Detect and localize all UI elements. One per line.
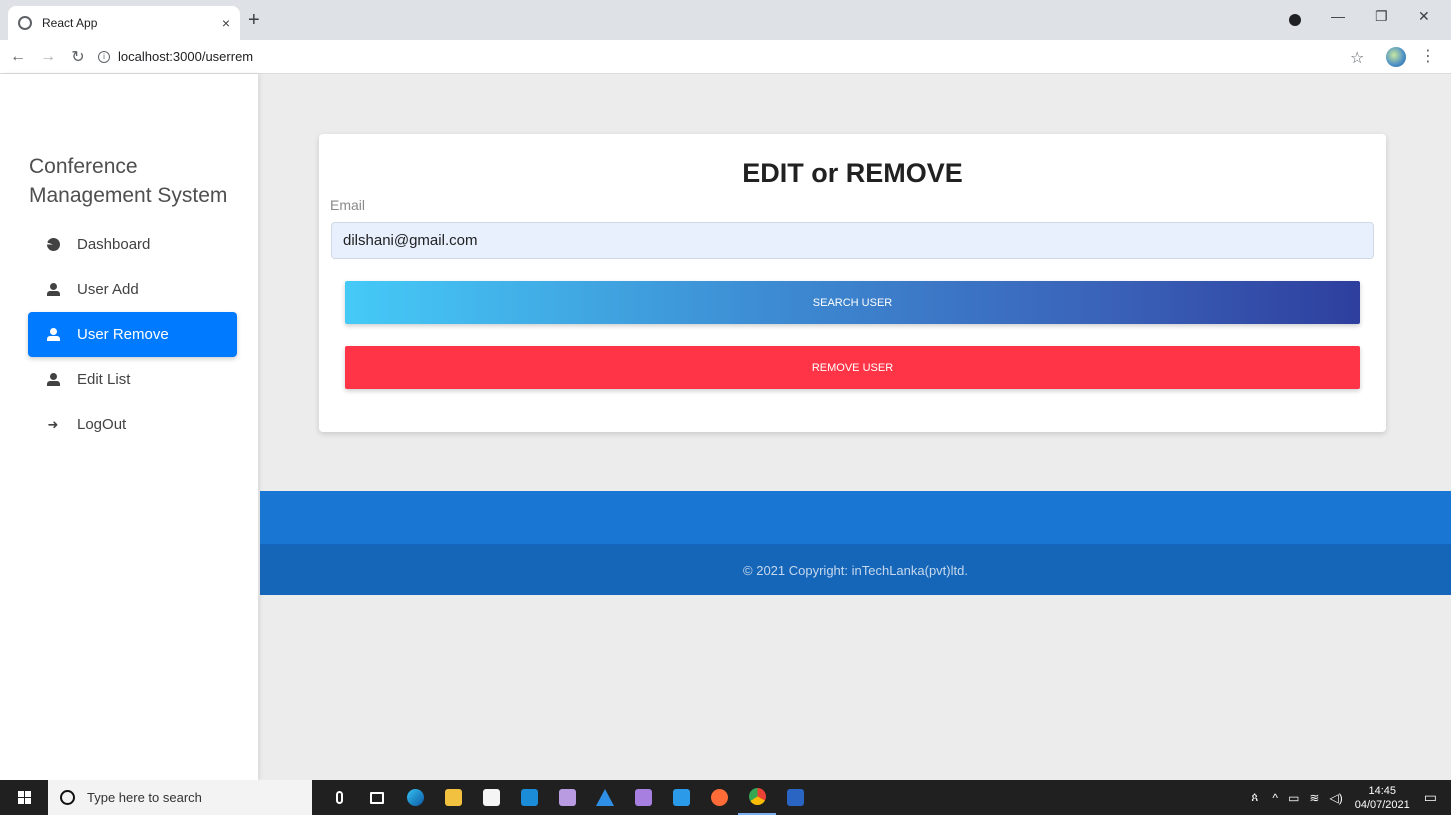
new-tab-icon[interactable]: + (248, 9, 260, 32)
windows-start-icon[interactable] (0, 780, 48, 815)
restore-icon[interactable]: ❐ (1375, 8, 1388, 25)
url-field[interactable]: i localhost:3000/userrem (98, 49, 253, 64)
postman-icon[interactable] (700, 780, 738, 815)
taskbar-search-box[interactable]: Type here to search (48, 780, 312, 815)
profile-avatar[interactable] (1386, 47, 1406, 67)
sidebar: Conference Management System Dashboard U… (0, 74, 258, 780)
mail-icon[interactable] (510, 780, 548, 815)
sign-out-icon: ➜ (47, 416, 59, 432)
sidebar-item-label: User Add (77, 281, 139, 298)
footer-copyright-bar: © 2021 Copyright: inTechLanka(pvt)ltd. (260, 545, 1451, 595)
page-title: EDIT or REMOVE (742, 158, 963, 188)
forward-icon[interactable]: → (36, 48, 60, 66)
profile-indicator-icon[interactable] (1289, 14, 1301, 26)
url-text: localhost:3000/userrem (118, 49, 254, 64)
bookmark-star-icon[interactable]: ☆ (1350, 48, 1364, 68)
tab-close-icon[interactable]: × (222, 15, 230, 31)
back-icon[interactable]: ← (6, 48, 30, 66)
sidebar-nav: Dashboard User Add User Remove Edit List… (28, 222, 237, 447)
vscode-icon[interactable] (662, 780, 700, 815)
copyright-text: © 2021 Copyright: inTechLanka(pvt)ltd. (743, 562, 968, 578)
people-icon[interactable]: ጰ (1251, 790, 1258, 805)
sidebar-brand: Conference Management System (29, 152, 227, 210)
info-icon[interactable]: i (98, 50, 110, 63)
wifi-icon[interactable]: ≋ (1309, 791, 1319, 805)
footer-top-band (260, 491, 1451, 545)
edit-remove-card: EDIT or REMOVE Email SEARCH USER REMOVE … (319, 134, 1386, 432)
system-tray: ጰ ^ ▭ ≋ ◁) 14:45 04/07/2021 ▭ (1251, 780, 1437, 815)
sidebar-item-label: LogOut (77, 416, 127, 433)
user-icon (46, 328, 60, 342)
store-icon[interactable] (472, 780, 510, 815)
taskbar: Type here to search ጰ ^ ▭ ≋ ◁) 14:45 04/… (0, 780, 1451, 815)
tab-title: React App (42, 16, 98, 30)
pie-chart-icon (46, 238, 60, 252)
browser-menu-icon[interactable]: ⋮ (1420, 46, 1436, 66)
brand-line-1: Conference (29, 155, 138, 178)
sidebar-item-label: Dashboard (77, 236, 151, 253)
notification-icon[interactable]: ▭ (1424, 789, 1437, 806)
brand-line-2: Management System (29, 184, 228, 207)
user-icon (46, 283, 60, 297)
reload-icon[interactable]: ↻ (66, 47, 90, 67)
clock-time: 14:45 (1368, 784, 1396, 797)
email-field[interactable] (331, 222, 1374, 259)
chrome-icon[interactable] (738, 780, 776, 815)
taskbar-clock[interactable]: 14:45 04/07/2021 (1355, 784, 1410, 812)
sidebar-item-label: User Remove (77, 326, 169, 343)
browser-tab[interactable]: React App × (8, 6, 240, 40)
search-user-button[interactable]: SEARCH USER (345, 281, 1360, 324)
clock-date: 04/07/2021 (1354, 798, 1410, 811)
volume-icon[interactable]: ◁) (1329, 791, 1342, 805)
azure-icon[interactable] (586, 780, 624, 815)
taskbar-search-placeholder: Type here to search (87, 790, 202, 805)
sidebar-item-edit-list[interactable]: Edit List (28, 357, 237, 402)
word-icon[interactable] (776, 780, 814, 815)
sidebar-item-user-remove[interactable]: User Remove (28, 312, 237, 357)
chevron-up-icon[interactable]: ^ (1272, 791, 1278, 805)
minimize-icon[interactable]: — (1331, 8, 1345, 24)
microphone-icon[interactable] (320, 780, 358, 815)
cortana-icon (60, 790, 75, 805)
email-label: Email (330, 197, 366, 213)
address-bar: ← → ↻ i localhost:3000/userrem ☆ ⋮ (0, 40, 1451, 74)
globe-icon (18, 16, 32, 30)
user-icon (46, 373, 60, 387)
sidebar-item-dashboard[interactable]: Dashboard (28, 222, 237, 267)
edge-icon[interactable] (396, 780, 434, 815)
remove-user-button[interactable]: REMOVE USER (345, 346, 1360, 389)
browser-tab-bar: React App × + — ❐ ✕ (0, 0, 1451, 40)
close-window-icon[interactable]: ✕ (1418, 8, 1430, 25)
app-icon[interactable] (548, 780, 586, 815)
sidebar-item-logout[interactable]: ➜ LogOut (28, 402, 237, 447)
file-explorer-icon[interactable] (434, 780, 472, 815)
battery-icon[interactable]: ▭ (1288, 791, 1299, 805)
visual-studio-icon[interactable] (624, 780, 662, 815)
sidebar-item-label: Edit List (77, 371, 131, 388)
task-view-icon[interactable] (358, 780, 396, 815)
sidebar-item-user-add[interactable]: User Add (28, 267, 237, 312)
